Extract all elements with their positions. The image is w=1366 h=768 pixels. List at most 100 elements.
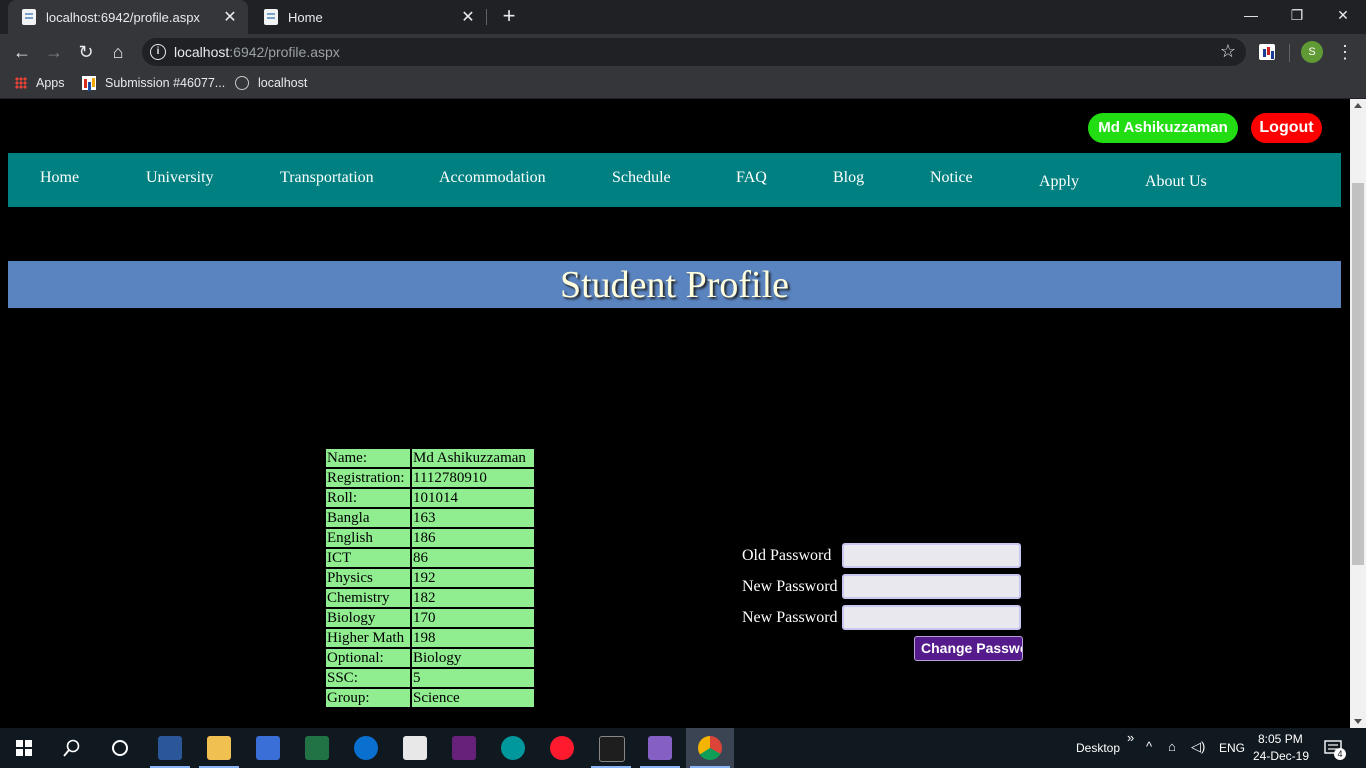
close-window-button[interactable]: ✕ xyxy=(1320,0,1366,30)
chrome-icon[interactable] xyxy=(698,736,722,760)
bookmark-label: localhost xyxy=(258,76,308,90)
nav-about-us[interactable]: About Us xyxy=(1145,173,1207,191)
bookmark-submission[interactable]: Submission #46077... xyxy=(82,76,225,90)
old-password-label: Old Password xyxy=(742,547,832,564)
profile-avatar[interactable]: S xyxy=(1301,41,1323,63)
browser-menu-icon[interactable]: ⋮ xyxy=(1336,41,1354,63)
row-value: Md Ashikuzzaman xyxy=(412,449,534,467)
nav-apply[interactable]: Apply xyxy=(1039,173,1079,191)
confirm-password-field[interactable] xyxy=(842,605,1021,630)
row-value: 192 xyxy=(412,569,534,587)
table-row: Roll: 101014 xyxy=(326,489,534,507)
minimize-button[interactable]: — xyxy=(1228,0,1274,30)
table-row: SSC: 5 xyxy=(326,669,534,687)
old-password-field[interactable] xyxy=(842,543,1021,568)
new-tab-button[interactable]: + xyxy=(498,4,520,28)
table-row: Higher Math 198 xyxy=(326,629,534,647)
row-key: Registration: xyxy=(326,469,410,487)
new-password-field[interactable] xyxy=(842,574,1021,599)
table-row: Registration: 1112780910 xyxy=(326,469,534,487)
home-button[interactable]: ⌂ xyxy=(106,41,130,63)
row-value: 86 xyxy=(412,549,534,567)
row-key: Chemistry xyxy=(326,589,410,607)
nav-faq[interactable]: FAQ xyxy=(736,169,767,187)
restore-button[interactable]: ❐ xyxy=(1274,0,1320,30)
bookmark-star-icon[interactable]: ☆ xyxy=(1220,41,1236,62)
network-icon[interactable]: ⌂ xyxy=(1168,739,1176,754)
bookmark-label: Submission #46077... xyxy=(105,76,226,90)
nav-schedule[interactable]: Schedule xyxy=(612,169,671,187)
nav-university[interactable]: University xyxy=(146,169,214,187)
nav-notice[interactable]: Notice xyxy=(930,169,973,187)
windows-start-icon[interactable] xyxy=(16,740,32,756)
info-icon[interactable]: i xyxy=(150,44,166,60)
nav-accommodation[interactable]: Accommodation xyxy=(439,169,546,187)
cortana-icon[interactable] xyxy=(111,739,129,757)
word-icon[interactable] xyxy=(158,736,182,760)
clock-time[interactable]: 8:05 PM xyxy=(1258,732,1303,746)
visual-studio-icon[interactable] xyxy=(452,736,476,760)
url-path: :6942/profile.aspx xyxy=(229,44,340,60)
globe-icon xyxy=(235,76,249,90)
extension-icon[interactable] xyxy=(1259,44,1275,60)
tab-profile[interactable]: localhost:6942/profile.aspx ✕ xyxy=(8,0,248,34)
url-text[interactable]: localhost:6942/profile.aspx xyxy=(174,44,340,60)
bookmarks-bar: Apps Submission #46077... localhost xyxy=(0,70,1366,99)
page-scrollbar[interactable] xyxy=(1350,99,1366,728)
excel-icon[interactable] xyxy=(305,736,329,760)
nav-home[interactable]: Home xyxy=(40,169,79,187)
table-row: Chemistry 182 xyxy=(326,589,534,607)
clock-date[interactable]: 24-Dec-19 xyxy=(1253,749,1309,763)
new-password-label: New Password xyxy=(742,578,838,595)
desktop-toolbar-label[interactable]: Desktop xyxy=(1076,741,1120,755)
tab-separator xyxy=(486,9,487,25)
table-row: Group: Science xyxy=(326,689,534,707)
nav-transportation[interactable]: Transportation xyxy=(280,169,374,187)
language-indicator[interactable]: ENG xyxy=(1219,741,1245,755)
volume-icon[interactable]: ◁) xyxy=(1191,739,1205,755)
row-key: Roll: xyxy=(326,489,410,507)
arduino-icon[interactable] xyxy=(501,736,525,760)
bookmark-localhost[interactable]: localhost xyxy=(235,76,307,90)
close-tab-icon[interactable]: ✕ xyxy=(460,7,476,27)
store-icon[interactable] xyxy=(256,736,280,760)
row-key: Name: xyxy=(326,449,410,467)
row-value: 186 xyxy=(412,529,534,547)
page-icon xyxy=(22,9,36,25)
close-tab-icon[interactable]: ✕ xyxy=(222,7,238,27)
browser-toolbar: ← → ↻ ⌂ i localhost:6942/profile.aspx ☆ … xyxy=(0,34,1366,70)
scroll-down-icon[interactable] xyxy=(1354,719,1362,724)
search-icon[interactable] xyxy=(63,739,81,757)
change-password-button[interactable]: Change Password xyxy=(914,636,1023,661)
visual-studio-icon[interactable] xyxy=(648,736,672,760)
scroll-up-icon[interactable] xyxy=(1354,103,1362,108)
show-hidden-icons-icon[interactable]: ^ xyxy=(1146,739,1152,754)
row-key: Biology xyxy=(326,609,410,627)
file-explorer-icon[interactable] xyxy=(207,736,231,760)
codeforces-icon xyxy=(82,76,96,90)
mail-icon[interactable] xyxy=(403,736,427,760)
tab-strip: localhost:6942/profile.aspx ✕ Home ✕ + —… xyxy=(0,0,1366,34)
user-name-button[interactable]: Md Ashikuzzaman xyxy=(1088,113,1238,143)
forward-button[interactable]: → xyxy=(42,41,66,63)
page-title: Student Profile xyxy=(559,264,790,306)
logout-button[interactable]: Logout xyxy=(1251,113,1322,143)
tab-home[interactable]: Home ✕ xyxy=(250,0,486,34)
row-value: 170 xyxy=(412,609,534,627)
address-bar[interactable]: i localhost:6942/profile.aspx ☆ xyxy=(142,38,1246,66)
edge-icon[interactable] xyxy=(354,736,378,760)
chevron-right-icon[interactable]: » xyxy=(1127,730,1134,745)
bookmark-label: Apps xyxy=(36,76,65,90)
row-key: Physics xyxy=(326,569,410,587)
scrollbar-thumb[interactable] xyxy=(1352,183,1364,565)
reload-button[interactable]: ↻ xyxy=(74,41,98,63)
table-row: Bangla 163 xyxy=(326,509,534,527)
row-value: 182 xyxy=(412,589,534,607)
back-button[interactable]: ← xyxy=(10,41,34,63)
opera-icon[interactable] xyxy=(550,736,574,760)
row-key: ICT xyxy=(326,549,410,567)
bookmark-apps[interactable]: Apps xyxy=(15,76,65,90)
nav-blog[interactable]: Blog xyxy=(833,169,864,187)
row-key: Bangla xyxy=(326,509,410,527)
terminal-icon[interactable] xyxy=(599,736,625,762)
